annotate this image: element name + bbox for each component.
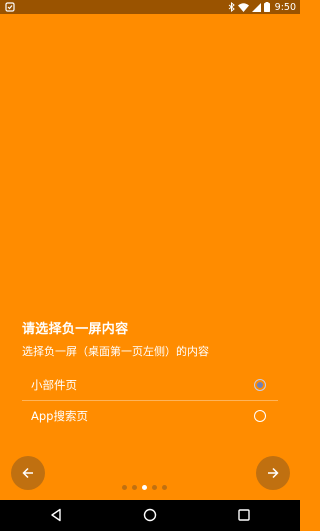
arrow-right-icon [268, 467, 279, 479]
page-dot [152, 485, 157, 490]
bluetooth-icon [228, 2, 235, 12]
signal-icon [251, 2, 261, 12]
recents-icon[interactable] [237, 508, 251, 522]
status-bar: 9:50 [0, 0, 300, 14]
back-icon[interactable] [49, 508, 63, 522]
previous-button[interactable] [11, 456, 45, 490]
page-dot [162, 485, 167, 490]
next-button[interactable] [256, 456, 290, 490]
option-label: App搜索页 [31, 409, 88, 423]
radio-button-unselected[interactable] [254, 410, 266, 422]
battery-icon [263, 2, 270, 12]
page-dot [132, 485, 137, 490]
wifi-icon [237, 2, 249, 12]
page-subtitle: 选择负一屏（桌面第一页左侧）的内容 [22, 345, 209, 358]
page-title: 请选择负一屏内容 [22, 322, 129, 337]
option-app-search-page[interactable]: App搜索页 [22, 401, 278, 431]
home-icon[interactable] [143, 508, 157, 522]
option-widget-page[interactable]: 小部件页 [22, 370, 278, 400]
page-indicator [122, 485, 167, 490]
page-dot-active [142, 485, 147, 490]
app-notification-icon [5, 2, 15, 12]
arrow-left-icon [22, 467, 33, 479]
page-dot [122, 485, 127, 490]
radio-button-selected[interactable] [254, 379, 266, 391]
system-navigation-bar [0, 500, 300, 531]
option-label: 小部件页 [31, 378, 77, 392]
status-time: 9:50 [274, 1, 296, 13]
